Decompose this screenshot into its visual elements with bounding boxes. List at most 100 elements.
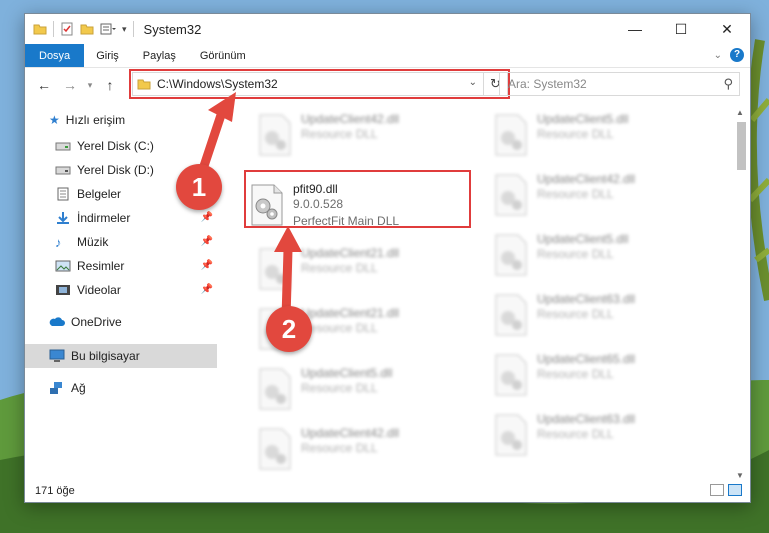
network-icon	[50, 382, 62, 394]
dll-file-icon	[495, 294, 527, 336]
dll-file-icon	[259, 428, 291, 470]
scroll-thumb[interactable]	[737, 122, 746, 170]
star-icon: ★	[49, 113, 60, 127]
customize-toolbar-icon[interactable]	[100, 23, 116, 35]
computer-icon	[49, 349, 65, 362]
pin-icon[interactable]: 📌	[201, 260, 213, 271]
pictures-icon	[55, 260, 71, 272]
dll-file-icon	[259, 248, 291, 290]
sidebar-item-label: OneDrive	[71, 315, 122, 329]
sidebar-item-music[interactable]: ♪ Müzik 📌	[25, 230, 217, 254]
list-item[interactable]: UpdateClient42.dll Resource DLL	[493, 170, 713, 226]
sidebar-item-drive-c[interactable]: Yerel Disk (C:)	[25, 134, 217, 158]
sidebar-item-onedrive[interactable]: OneDrive	[25, 310, 217, 334]
tiles-view-icon[interactable]	[728, 484, 742, 496]
list-item[interactable]: UpdateClient5.dll Resource DLL	[493, 230, 713, 286]
tab-view[interactable]: Görünüm	[188, 44, 258, 67]
pin-icon[interactable]: 📌	[201, 236, 213, 247]
file-name: UpdateClient5.dll	[301, 366, 393, 380]
list-item[interactable]: UpdateClient5.dll Resource DLL	[493, 110, 713, 166]
tab-home[interactable]: Giriş	[84, 44, 131, 67]
maximize-button[interactable]: ☐	[658, 14, 704, 44]
up-arrow-icon[interactable]: ↑	[97, 77, 123, 93]
videos-icon	[56, 285, 70, 295]
folder-icon[interactable]	[33, 23, 47, 35]
file-name: UpdateClient42.dll	[301, 426, 400, 440]
downloads-icon	[57, 212, 69, 224]
view-switcher	[710, 484, 742, 496]
address-dropdown-icon[interactable]: ⌄	[469, 77, 477, 88]
new-folder-icon[interactable]	[80, 23, 94, 35]
pin-icon[interactable]: 📌	[201, 284, 213, 295]
drive-icon	[55, 166, 71, 175]
sidebar-item-label: Müzik	[77, 235, 109, 249]
list-item[interactable]: UpdateClient63.dll Resource DLL	[493, 290, 713, 346]
list-item[interactable]: UpdateClient5.dll Resource DLL	[257, 364, 477, 420]
file-type: Resource DLL	[537, 307, 614, 321]
file-list: UpdateClient42.dll Resource DLL pfit90.dl…	[231, 104, 736, 474]
list-item[interactable]: UpdateClient42.dll Resource DLL	[257, 424, 477, 480]
title-bar: ▾ System32 — ☐ ✕	[25, 14, 750, 44]
file-type: Resource DLL	[537, 367, 614, 381]
dll-file-icon	[495, 234, 527, 276]
sidebar-item-this-pc[interactable]: Bu bilgisayar	[25, 344, 217, 368]
expand-ribbon-icon[interactable]: ⌄	[714, 50, 722, 61]
close-button[interactable]: ✕	[704, 14, 750, 44]
item-count: 171 öğe	[35, 485, 75, 497]
documents-icon	[57, 187, 69, 201]
vertical-scrollbar[interactable]: ▲ ▼	[734, 106, 748, 482]
sidebar-item-quick-access[interactable]: ★ Hızlı erişim	[25, 108, 217, 132]
address-path: C:\Windows\System32	[157, 77, 278, 91]
sidebar-item-label: Videolar	[77, 283, 121, 297]
sidebar-item-label: Yerel Disk (D:)	[77, 163, 154, 177]
scroll-down-icon[interactable]: ▼	[736, 471, 744, 480]
file-description: PerfectFit Main DLL	[293, 214, 400, 228]
minimize-button[interactable]: —	[612, 14, 658, 44]
tab-file[interactable]: Dosya	[25, 44, 85, 67]
toolbar-separator	[53, 21, 54, 37]
list-item[interactable]: UpdateClient63.dll Resource DLL	[493, 410, 713, 466]
file-name: UpdateClient5.dll	[537, 232, 629, 246]
list-item[interactable]: UpdateClient65.dll Resource DLL	[493, 350, 713, 406]
qat-dropdown-icon[interactable]: ▾	[122, 24, 127, 35]
recent-locations-icon[interactable]: ▾	[83, 80, 97, 91]
file-type: Resource DLL	[537, 187, 614, 201]
file-version: 9.0.0.528	[293, 197, 344, 211]
file-name: pfit90.dll	[293, 182, 338, 196]
file-name: UpdateClient5.dll	[537, 112, 629, 126]
details-view-icon[interactable]	[710, 484, 724, 496]
sidebar-item-downloads[interactable]: İndirmeler 📌	[25, 206, 217, 230]
back-arrow-icon[interactable]: ←	[31, 77, 57, 93]
help-button[interactable]: ?	[730, 48, 744, 62]
sidebar-item-label: Hızlı erişim	[65, 113, 126, 127]
search-placeholder: Ara: System32	[508, 77, 587, 91]
dll-file-icon	[495, 414, 527, 456]
ribbon-tabs: Dosya Giriş Paylaş Görünüm ⌄ ?	[25, 44, 750, 68]
properties-icon[interactable]	[60, 22, 74, 36]
dll-file-icon	[251, 184, 283, 226]
sidebar-item-label: Bu bilgisayar	[71, 349, 140, 363]
search-input[interactable]: Ara: System32 ⚲	[499, 72, 740, 96]
file-type: Resource DLL	[537, 247, 614, 261]
file-type: Resource DLL	[301, 381, 378, 395]
list-item[interactable]: UpdateClient21.dll Resource DLL	[257, 244, 477, 300]
scroll-up-icon[interactable]: ▲	[736, 108, 744, 117]
list-item[interactable]: UpdateClient42.dll Resource DLL	[257, 110, 477, 166]
sidebar-item-label: Ağ	[71, 381, 86, 395]
tab-share[interactable]: Paylaş	[131, 44, 188, 67]
explorer-window: ▾ System32 — ☐ ✕ Dosya Giriş Paylaş Görü…	[24, 13, 751, 503]
title-separator	[132, 21, 134, 37]
sidebar-item-network[interactable]: Ağ	[25, 376, 217, 400]
search-icon: ⚲	[723, 76, 733, 91]
file-name: UpdateClient42.dll	[301, 112, 400, 126]
sidebar-item-videos[interactable]: Videolar 📌	[25, 278, 217, 302]
folder-icon	[137, 79, 151, 90]
dll-file-icon	[259, 114, 291, 156]
address-bar[interactable]: C:\Windows\System32 ⌄	[132, 72, 484, 96]
pin-icon[interactable]: 📌	[201, 212, 213, 223]
sidebar-item-pictures[interactable]: Resimler 📌	[25, 254, 217, 278]
forward-arrow-icon[interactable]: →	[57, 77, 83, 93]
list-item-pfit90[interactable]: pfit90.dll 9.0.0.528 PerfectFit Main DLL	[249, 180, 469, 236]
ribbon-right-controls: ⌄ ?	[714, 48, 744, 62]
sidebar-item-label: İndirmeler	[77, 211, 131, 225]
